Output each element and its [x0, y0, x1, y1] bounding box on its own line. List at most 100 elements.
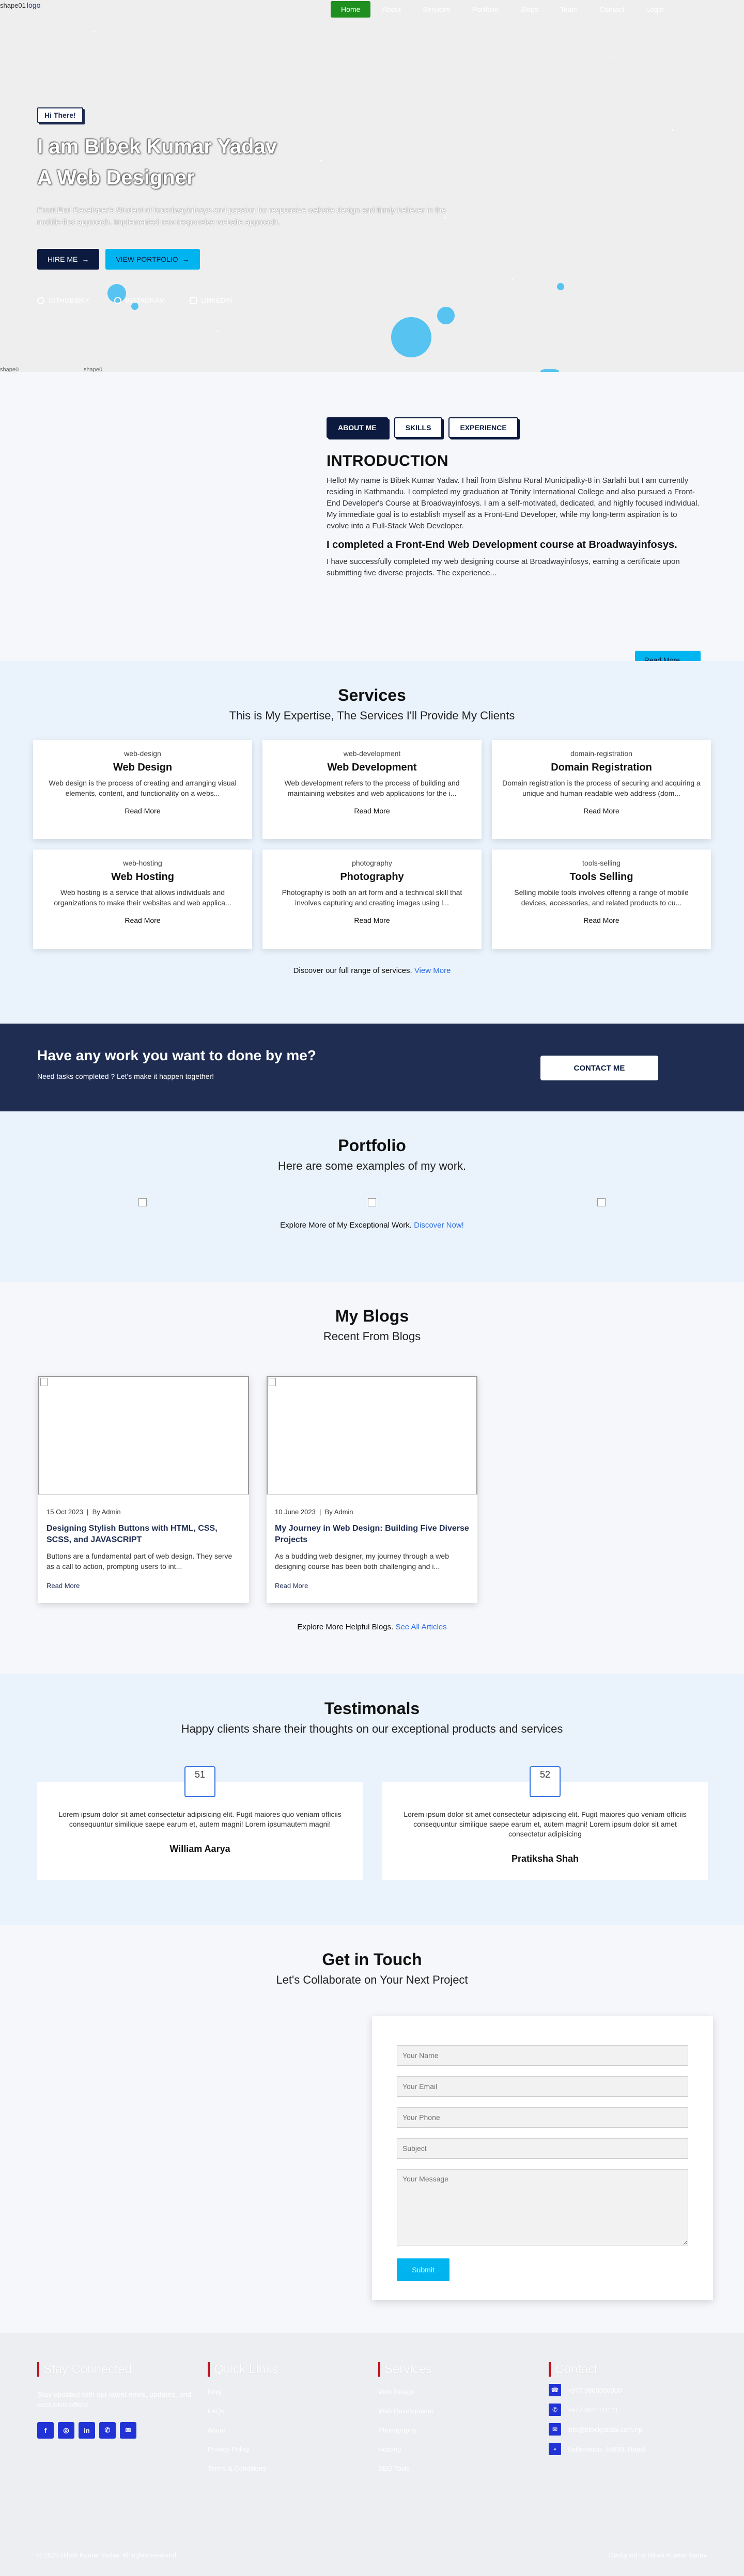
portfolio-image[interactable]: [368, 1198, 376, 1206]
portfolio-image[interactable]: [138, 1198, 147, 1206]
service-card: web-hosting Web Hosting Web hosting is a…: [33, 850, 252, 949]
nav-contact[interactable]: Contact: [589, 1, 634, 18]
service-description: Web design is the process of creating an…: [49, 779, 237, 797]
hero-title-line2: A Web Designer: [37, 166, 195, 189]
footer-contact-item[interactable]: ✉ info@bibekyadav.com.np: [549, 2423, 704, 2436]
avatar: 51: [184, 1766, 215, 1797]
discover-now-link[interactable]: Discover Now!: [414, 1221, 464, 1230]
footer-link[interactable]: Hosting: [378, 2445, 533, 2453]
blog-title[interactable]: Designing Stylish Buttons with HTML, CSS…: [47, 1523, 241, 1546]
testimonial-name: Pratiksha Shah: [511, 1854, 579, 1864]
cta-heading: Have any work you want to done by me?: [37, 1047, 316, 1063]
decor-bubble: [391, 317, 431, 357]
social-icons: f ◎ in ✆ ✉: [37, 2422, 192, 2439]
logo-image: logo: [26, 1, 41, 9]
arrow-right-icon: →: [82, 255, 89, 263]
footer-link[interactable]: Privacy Policy: [208, 2445, 363, 2453]
decor-bubble: [557, 283, 564, 290]
service-read-more-link[interactable]: Read More: [273, 807, 471, 815]
phone-field[interactable]: [397, 2107, 688, 2128]
linkedin-label: LINKEDIN: [201, 296, 233, 304]
nav-portfolio[interactable]: Portfolio: [462, 1, 509, 18]
cta-banner: Have any work you want to done by me? Ne…: [0, 1024, 744, 1111]
service-name: Web Development: [327, 762, 417, 773]
service-card: photography Photography Photography is b…: [262, 850, 482, 949]
service-read-more-link[interactable]: Read More: [502, 916, 701, 924]
footer-link[interactable]: Web Development: [378, 2407, 533, 2415]
portfolio-section: Portfolio Here are some examples of my w…: [0, 1111, 744, 1282]
footer-contact-item[interactable]: ✆ +977 9811111111: [549, 2404, 704, 2416]
footer-heading: Contact: [549, 2362, 704, 2377]
hero-title: I am Bibek Kumar Yadav A Web Designer: [37, 131, 451, 193]
view-more-link[interactable]: View More: [414, 966, 451, 975]
footer-link[interactable]: Web Design: [378, 2388, 533, 2396]
email-field[interactable]: [397, 2076, 688, 2097]
view-portfolio-button[interactable]: VIEW PORTFOLIO →: [105, 249, 200, 270]
whatsapp-icon[interactable]: ✆: [99, 2422, 116, 2439]
credits-text: Designed by Bibek Kumar Yadav: [609, 2551, 707, 2559]
footer-link[interactable]: Photography: [378, 2426, 533, 2434]
nav-services[interactable]: Services: [412, 1, 461, 18]
footer-contact-item[interactable]: ☎ +977 9800000000: [549, 2384, 704, 2396]
tab-about-me[interactable]: ABOUT ME: [327, 417, 388, 438]
service-read-more-link[interactable]: Read More: [273, 916, 471, 924]
footer-heading: Services: [378, 2362, 533, 2377]
nav-blogs[interactable]: Blogs: [510, 1, 549, 18]
mail-icon[interactable]: ✉: [120, 2422, 136, 2439]
blog-read-more-link[interactable]: Read More: [47, 1582, 241, 1590]
instagram-icon[interactable]: ◎: [58, 2422, 74, 2439]
linkedin-link[interactable]: LINKEDIN: [190, 296, 232, 304]
nav-about[interactable]: About: [371, 1, 411, 18]
logo[interactable]: shape01 logo: [0, 1, 40, 9]
services-title: Services: [338, 686, 406, 704]
footer-link[interactable]: FAQs: [208, 2407, 363, 2415]
service-read-more-link[interactable]: Read More: [43, 807, 242, 815]
testimonial-name: William Aarya: [169, 1844, 230, 1854]
broken-image-icon: [40, 1378, 48, 1386]
footer-link-list: Blog FAQs About Privacy Policy Terms & C…: [208, 2388, 363, 2472]
portfolio-image[interactable]: [597, 1198, 606, 1206]
blog-image[interactable]: [38, 1376, 249, 1495]
facebook-icon[interactable]: f: [37, 2422, 54, 2439]
instagram-link[interactable]: INSTAGRAM: [114, 296, 165, 304]
blog-author: By Admin: [324, 1508, 353, 1516]
hero-buttons: HIRE ME → VIEW PORTFOLIO →: [37, 249, 451, 270]
linkedin-icon[interactable]: in: [79, 2422, 95, 2439]
blog-date: 15 Oct 2023: [47, 1508, 83, 1516]
see-all-articles-link[interactable]: See All Articles: [395, 1623, 446, 1631]
tab-experience[interactable]: EXPERIENCE: [448, 417, 518, 438]
copyright-text: © 2023 Bibek Kumar Yadav. All rights res…: [37, 2551, 178, 2559]
blog-image[interactable]: [267, 1376, 477, 1495]
about-tabs: ABOUT ME SKILLS EXPERIENCE: [327, 417, 701, 438]
footer-link[interactable]: SEO Tools: [378, 2464, 533, 2472]
message-field[interactable]: [397, 2169, 688, 2245]
footer-link[interactable]: Blog: [208, 2388, 363, 2396]
service-image: web-design: [124, 749, 161, 758]
nav-login[interactable]: Login: [636, 1, 674, 18]
blog-meta: 15 Oct 2023 | By Admin: [47, 1508, 121, 1516]
name-field[interactable]: [397, 2045, 688, 2066]
service-read-more-link[interactable]: Read More: [502, 807, 701, 815]
blog-read-more-link[interactable]: Read More: [275, 1582, 469, 1590]
service-read-more-link[interactable]: Read More: [43, 916, 242, 924]
footer-contact-item[interactable]: ⌖ Kathmandu, 44600, Nepal: [549, 2443, 704, 2455]
service-name: Photography: [340, 871, 404, 883]
footer-link[interactable]: About: [208, 2426, 363, 2434]
hire-me-button[interactable]: HIRE ME →: [37, 249, 100, 270]
testimonials-section: Testimonals Happy clients share their th…: [0, 1674, 744, 1925]
footer-link[interactable]: Terms & Conditions: [208, 2464, 363, 2472]
blog-author: By Admin: [92, 1508, 121, 1516]
nav-home[interactable]: Home: [331, 1, 371, 18]
phone-icon: ☎: [549, 2384, 561, 2396]
services-footer-text: Discover our full range of services.: [293, 966, 412, 975]
service-name: Domain Registration: [551, 762, 652, 773]
footer: Stay Connected Stay updated with our lat…: [0, 2333, 744, 2576]
github-link[interactable]: GITHUB/BKY: [37, 296, 89, 304]
arrow-right-icon: →: [182, 255, 190, 263]
nav-team[interactable]: Team: [550, 1, 588, 18]
contact-me-button[interactable]: CONTACT ME: [540, 1056, 658, 1080]
subject-field[interactable]: [397, 2138, 688, 2159]
tab-skills[interactable]: SKILLS: [394, 417, 443, 438]
submit-button[interactable]: Submit: [397, 2258, 450, 2281]
blog-title[interactable]: My Journey in Web Design: Building Five …: [275, 1523, 469, 1546]
